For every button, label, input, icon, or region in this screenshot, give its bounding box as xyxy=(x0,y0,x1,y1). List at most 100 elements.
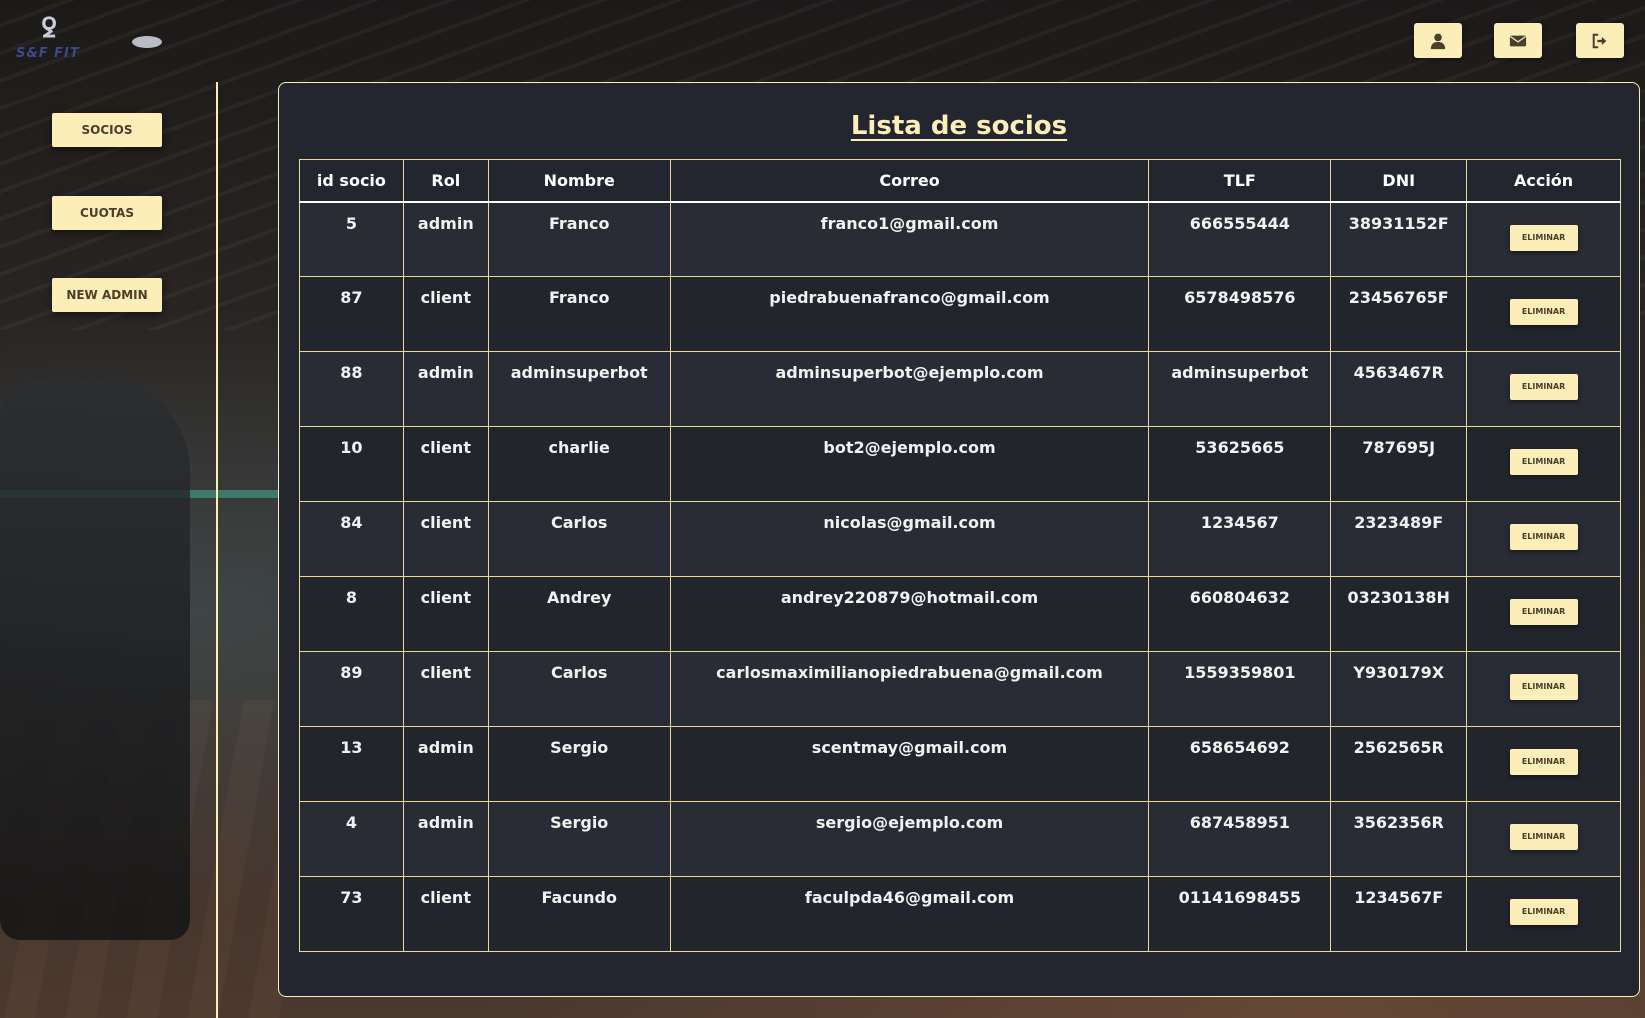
cell-dni: 23456765F xyxy=(1330,276,1468,352)
cell-accion: ELIMINAR xyxy=(1466,651,1621,727)
cell-correo: carlosmaximilianopiedrabuena@gmail.com xyxy=(669,651,1150,727)
sidebar-item-socios[interactable]: SOCIOS xyxy=(52,113,162,147)
cell-rol: client xyxy=(402,876,489,952)
delete-button[interactable]: ELIMINAR xyxy=(1509,824,1578,850)
table-row: 89 client Carlos carlosmaximilianopiedra… xyxy=(299,651,1621,727)
cell-nombre: Sergio xyxy=(487,801,671,877)
table-row: 84 client Carlos nicolas@gmail.com 12345… xyxy=(299,501,1621,577)
table-row: 88 admin adminsuperbot adminsuperbot@eje… xyxy=(299,351,1621,427)
delete-button[interactable]: ELIMINAR xyxy=(1509,449,1578,475)
envelope-icon xyxy=(1509,35,1527,46)
cell-id: 4 xyxy=(299,801,404,877)
table-header-row: id socio Rol Nombre Correo TLF DNI Acció… xyxy=(299,159,1621,203)
sidebar-item-new-admin[interactable]: NEW ADMIN xyxy=(52,278,162,312)
cell-accion: ELIMINAR xyxy=(1466,351,1621,427)
column-header-tlf: TLF xyxy=(1148,159,1332,203)
table-row: 5 admin Franco franco1@gmail.com 6665554… xyxy=(299,201,1621,277)
delete-button[interactable]: ELIMINAR xyxy=(1509,524,1578,550)
table-row: 10 client charlie bot2@ejemplo.com 53625… xyxy=(299,426,1621,502)
cell-tlf: 53625665 xyxy=(1148,426,1332,502)
cell-nombre: Carlos xyxy=(487,501,671,577)
members-panel: Lista de socios id socio Rol Nombre Corr… xyxy=(278,82,1640,997)
cell-tlf: 6578498576 xyxy=(1148,276,1332,352)
cell-id: 5 xyxy=(299,201,404,277)
cell-correo: andrey220879@hotmail.com xyxy=(669,576,1150,652)
cell-accion: ELIMINAR xyxy=(1466,276,1621,352)
cell-correo: bot2@ejemplo.com xyxy=(669,426,1150,502)
cell-rol: client xyxy=(402,576,489,652)
table-row: 13 admin Sergio scentmay@gmail.com 65865… xyxy=(299,726,1621,802)
cell-nombre: adminsuperbot xyxy=(487,351,671,427)
delete-button[interactable]: ELIMINAR xyxy=(1509,374,1578,400)
sign-out-icon xyxy=(1592,33,1607,48)
delete-button[interactable]: ELIMINAR xyxy=(1509,224,1578,251)
cell-tlf: 1559359801 xyxy=(1148,651,1332,727)
column-header-correo: Correo xyxy=(669,159,1150,203)
user-icon xyxy=(1430,33,1446,49)
cell-rol: client xyxy=(402,276,489,352)
delete-button[interactable]: ELIMINAR xyxy=(1509,749,1578,775)
cell-nombre: Andrey xyxy=(487,576,671,652)
cell-correo: adminsuperbot@ejemplo.com xyxy=(669,351,1150,427)
logo-mark-icon: ꝿ xyxy=(41,14,57,44)
column-header-rol: Rol xyxy=(402,159,489,203)
page-title: Lista de socios xyxy=(850,111,1068,141)
cell-tlf: 687458951 xyxy=(1148,801,1332,877)
cell-rol: client xyxy=(402,651,489,727)
cell-accion: ELIMINAR xyxy=(1466,201,1621,277)
column-header-accion: Acción xyxy=(1466,159,1621,203)
cell-dni: 2562565R xyxy=(1330,726,1468,802)
cell-accion: ELIMINAR xyxy=(1466,501,1621,577)
logout-button[interactable] xyxy=(1576,23,1624,58)
sidebar-item-cuotas[interactable]: CUOTAS xyxy=(52,196,162,230)
profile-button[interactable] xyxy=(1414,23,1462,58)
cell-tlf: 658654692 xyxy=(1148,726,1332,802)
cell-tlf: 666555444 xyxy=(1148,201,1332,277)
cell-nombre: charlie xyxy=(487,426,671,502)
cell-rol: admin xyxy=(402,801,489,877)
cell-nombre: Facundo xyxy=(487,876,671,952)
logo[interactable]: ꝿ S&F FIT xyxy=(12,14,82,64)
sidebar-divider xyxy=(216,82,218,1018)
cell-rol: admin xyxy=(402,726,489,802)
members-table: id socio Rol Nombre Correo TLF DNI Acció… xyxy=(299,159,1621,952)
cell-correo: scentmay@gmail.com xyxy=(669,726,1150,802)
cell-rol: client xyxy=(402,426,489,502)
cell-dni: 38931152F xyxy=(1330,201,1468,277)
column-header-nombre: Nombre xyxy=(487,159,671,203)
background-ceiling-light xyxy=(132,36,162,48)
cell-id: 10 xyxy=(299,426,404,502)
cell-id: 73 xyxy=(299,876,404,952)
delete-button[interactable]: ELIMINAR xyxy=(1509,899,1578,925)
delete-button[interactable]: ELIMINAR xyxy=(1509,674,1578,700)
cell-correo: piedrabuenafranco@gmail.com xyxy=(669,276,1150,352)
cell-rol: admin xyxy=(402,351,489,427)
cell-correo: nicolas@gmail.com xyxy=(669,501,1150,577)
table-row: 87 client Franco piedrabuenafranco@gmail… xyxy=(299,276,1621,352)
cell-accion: ELIMINAR xyxy=(1466,576,1621,652)
cell-id: 13 xyxy=(299,726,404,802)
cell-dni: 4563467R xyxy=(1330,351,1468,427)
cell-dni: Y930179X xyxy=(1330,651,1468,727)
cell-id: 87 xyxy=(299,276,404,352)
delete-button[interactable]: ELIMINAR xyxy=(1509,599,1578,625)
cell-rol: client xyxy=(402,501,489,577)
cell-tlf: adminsuperbot xyxy=(1148,351,1332,427)
cell-id: 8 xyxy=(299,576,404,652)
cell-nombre: Franco xyxy=(487,201,671,277)
cell-dni: 3562356R xyxy=(1330,801,1468,877)
cell-rol: admin xyxy=(402,201,489,277)
cell-nombre: Franco xyxy=(487,276,671,352)
table-row: 73 client Facundo faculpda46@gmail.com 0… xyxy=(299,876,1621,952)
table-row: 4 admin Sergio sergio@ejemplo.com 687458… xyxy=(299,801,1621,877)
table-row: 8 client Andrey andrey220879@hotmail.com… xyxy=(299,576,1621,652)
cell-correo: franco1@gmail.com xyxy=(669,201,1150,277)
cell-accion: ELIMINAR xyxy=(1466,801,1621,877)
column-header-id: id socio xyxy=(299,159,404,203)
messages-button[interactable] xyxy=(1494,23,1542,58)
cell-accion: ELIMINAR xyxy=(1466,726,1621,802)
cell-accion: ELIMINAR xyxy=(1466,876,1621,952)
delete-button[interactable]: ELIMINAR xyxy=(1509,299,1578,325)
cell-id: 84 xyxy=(299,501,404,577)
cell-dni: 1234567F xyxy=(1330,876,1468,952)
